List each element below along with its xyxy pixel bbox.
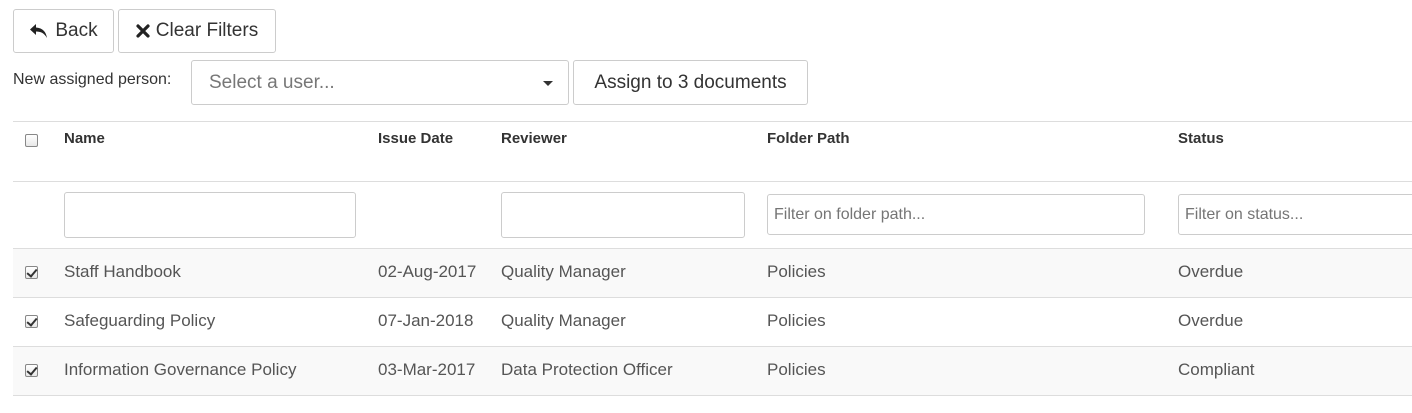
row-status: Compliant: [1178, 360, 1255, 379]
header-divider: [13, 181, 1412, 182]
row-issue-date: 03-Mar-2017: [378, 360, 476, 379]
clear-filters-button[interactable]: Clear Filters: [118, 9, 276, 53]
row-status: Overdue: [1178, 262, 1244, 281]
row-name: Staff Handbook: [64, 262, 181, 281]
select-all-checkbox[interactable]: [25, 134, 38, 147]
name-filter-input[interactable]: [64, 192, 356, 238]
page: Back Clear Filters New assigned person: …: [0, 0, 1412, 413]
column-header-name[interactable]: Name: [64, 130, 105, 147]
row-folder-path: Policies: [767, 360, 826, 379]
column-header-issue-date[interactable]: Issue Date: [378, 130, 453, 147]
reviewer-filter-input[interactable]: [501, 192, 745, 238]
table-top-border: [13, 121, 1412, 122]
reply-arrow-icon: [30, 24, 48, 38]
column-header-folder-path[interactable]: Folder Path: [767, 130, 850, 147]
row-reviewer: Quality Manager: [501, 311, 626, 330]
column-header-reviewer[interactable]: Reviewer: [501, 130, 567, 147]
row-status: Overdue: [1178, 311, 1244, 330]
row-checkbox[interactable]: [25, 364, 38, 377]
clear-filters-label: Clear Filters: [155, 20, 259, 41]
row-reviewer: Data Protection Officer: [501, 360, 673, 379]
folder-path-filter-input[interactable]: [767, 194, 1145, 235]
user-select[interactable]: Select a user...: [191, 60, 569, 105]
status-filter-input[interactable]: [1178, 194, 1412, 235]
row-folder-path: Policies: [767, 311, 826, 330]
assign-label: New assigned person:: [13, 71, 172, 88]
caret-down-icon: [543, 81, 553, 86]
row-divider: [13, 297, 1412, 298]
row-name: Safeguarding Policy: [64, 311, 216, 330]
row-reviewer: Quality Manager: [501, 262, 626, 281]
assign-documents-button[interactable]: Assign to 3 documents: [573, 60, 808, 105]
row-issue-date: 02-Aug-2017: [378, 262, 477, 281]
x-icon: [136, 24, 150, 38]
row-divider: [13, 395, 1412, 396]
column-header-status[interactable]: Status: [1178, 130, 1224, 147]
back-label: Back: [55, 20, 98, 41]
user-select-placeholder: Select a user...: [209, 71, 335, 93]
row-checkbox[interactable]: [25, 266, 38, 279]
row-checkbox[interactable]: [25, 315, 38, 328]
row-issue-date: 07-Jan-2018: [378, 311, 474, 330]
row-name: Information Governance Policy: [64, 360, 297, 379]
row-folder-path: Policies: [767, 262, 826, 281]
back-button[interactable]: Back: [13, 9, 114, 53]
